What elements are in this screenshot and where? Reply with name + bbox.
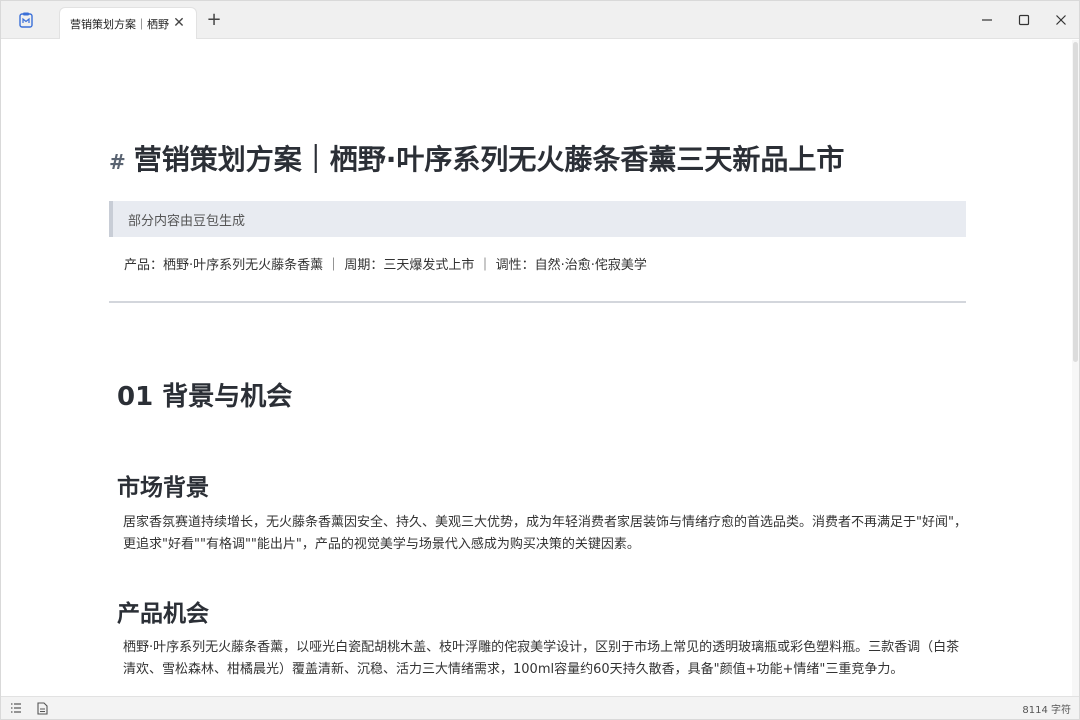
word-count: 8114 字符 xyxy=(1022,705,1071,716)
status-bar: 8114 字符 xyxy=(1,696,1079,719)
tab-title: 营销策划方案｜栖野 xyxy=(70,17,169,31)
heading-1[interactable]: 营销策划方案｜栖野·叶序系列无火藤条香薰三天新品上市 xyxy=(134,138,845,178)
new-tab-button[interactable]: + xyxy=(205,11,223,29)
close-tab-icon[interactable]: ✕ xyxy=(172,16,186,30)
scroll-thumb[interactable] xyxy=(1073,42,1078,362)
document-icon[interactable] xyxy=(35,701,49,715)
heading-product-opportunity[interactable]: 产品机会 xyxy=(117,594,209,628)
vertical-scrollbar[interactable] xyxy=(1072,40,1079,696)
section-heading-background[interactable]: 01 背景与机会 xyxy=(117,376,292,413)
close-window-button[interactable] xyxy=(1050,9,1072,31)
close-icon xyxy=(1056,15,1066,25)
app-logo-icon xyxy=(17,11,35,29)
minimize-icon xyxy=(982,19,992,21)
document-title: # 营销策划方案｜栖野·叶序系列无火藤条香薰三天新品上市 xyxy=(109,138,844,178)
maximize-button[interactable] xyxy=(1013,9,1035,31)
blockquote[interactable]: 部分内容由豆包生成 xyxy=(109,201,966,237)
title-bar: 营销策划方案｜栖野 ✕ + xyxy=(1,1,1079,39)
app-window: 营销策划方案｜栖野 ✕ + # 营销策划方案｜栖野·叶序系列无火藤条香薰三天新品… xyxy=(0,0,1080,720)
product-meta[interactable]: 产品：栖野·叶序系列无火藤条香薰 ｜ 周期：三天爆发式上市 ｜ 调性：自然·治愈… xyxy=(124,254,647,273)
heading-market-background[interactable]: 市场背景 xyxy=(117,468,209,502)
heading-marker: # xyxy=(109,150,126,174)
horizontal-rule xyxy=(109,301,966,303)
tab-document[interactable]: 营销策划方案｜栖野 ✕ xyxy=(59,7,197,39)
paragraph-market-background[interactable]: 居家香氛赛道持续增长，无火藤条香薰因安全、持久、美观三大优势，成为年轻消费者家居… xyxy=(123,512,968,556)
outline-icon[interactable] xyxy=(9,701,23,715)
paragraph-product-opportunity[interactable]: 栖野·叶序系列无火藤条香薰，以哑光白瓷配胡桃木盖、枝叶浮雕的侘寂美学设计，区别于… xyxy=(123,637,968,681)
minimize-button[interactable] xyxy=(976,9,998,31)
maximize-icon xyxy=(1018,14,1030,26)
document-body: # 营销策划方案｜栖野·叶序系列无火藤条香薰三天新品上市 部分内容由豆包生成 产… xyxy=(1,40,1073,696)
